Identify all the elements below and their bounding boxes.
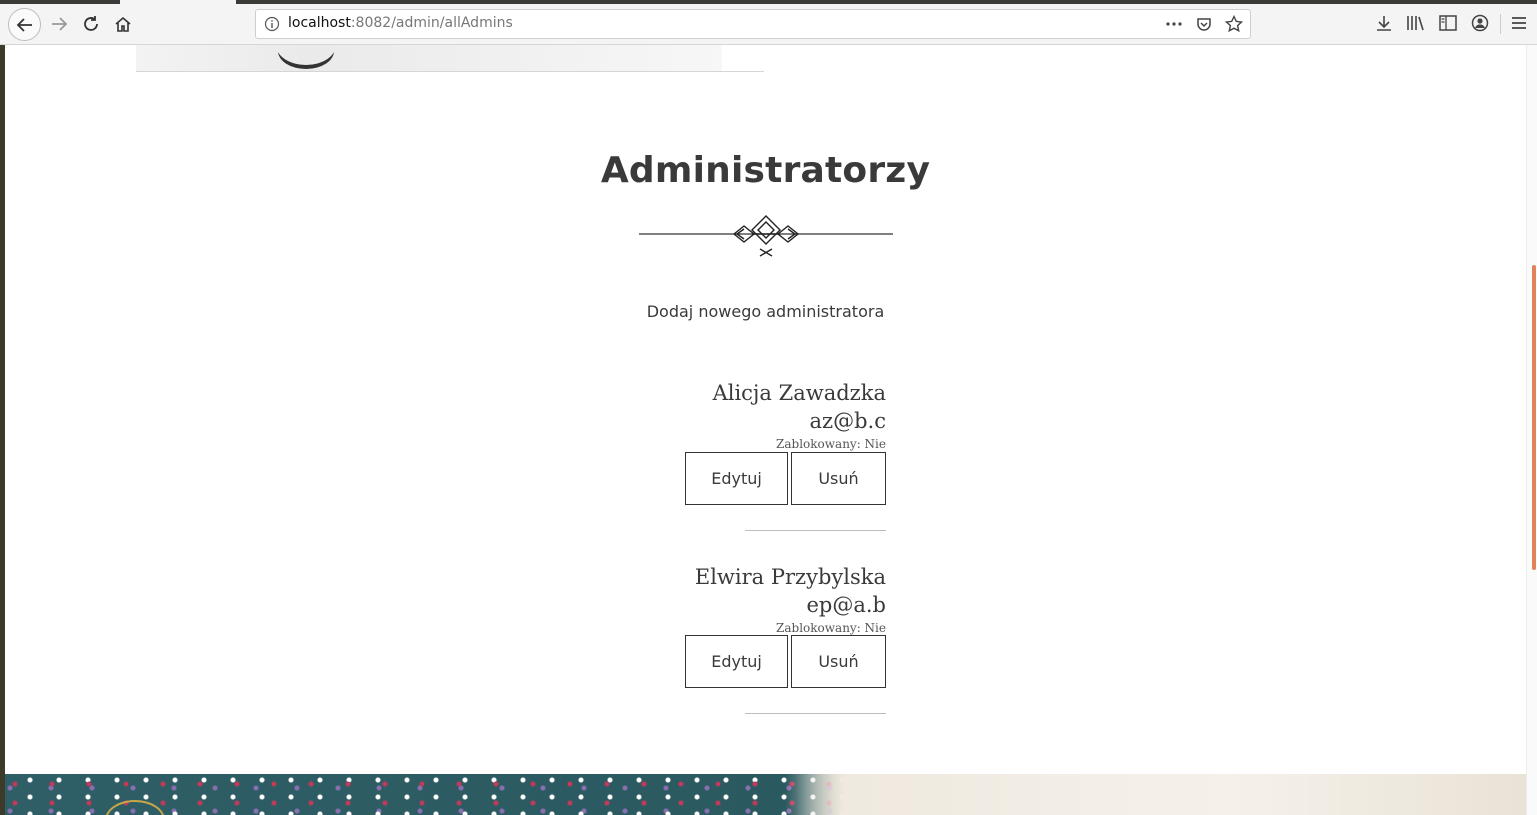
reload-icon: [84, 16, 98, 31]
delete-button[interactable]: Usuń: [791, 452, 886, 505]
admin-actions: Edytuj Usuń: [685, 635, 886, 688]
admin-name: Elwira Przybylska: [694, 565, 886, 589]
admin-actions: Edytuj Usuń: [685, 452, 886, 505]
back-button[interactable]: [8, 8, 41, 41]
browser-toolbar: localhost:8082/admin/allAdmins: [0, 0, 1537, 45]
admin-blocked-status: Zablokowany: Nie: [776, 621, 886, 635]
more-actions-icon[interactable]: [1164, 14, 1184, 34]
pocket-icon[interactable]: [1194, 14, 1214, 34]
admin-email: ep@a.b: [806, 593, 886, 617]
admin-name: Alicja Zawadzka: [712, 381, 886, 405]
tab-strip: [0, 0, 120, 4]
add-admin-link[interactable]: Dodaj nowego administratora: [0, 302, 1531, 321]
row-divider: [745, 530, 886, 531]
admin-blocked-status: Zablokowany: Nie: [776, 437, 886, 451]
header-image: [136, 45, 722, 72]
toolbar-separator: [1500, 14, 1501, 34]
forward-button[interactable]: [44, 9, 74, 39]
url-path: :8082/admin/allAdmins: [350, 15, 513, 31]
tab-strip: [236, 0, 1537, 4]
ornament-divider: [639, 215, 893, 257]
divider: [136, 71, 764, 72]
footer-image: [5, 774, 1526, 815]
bookmark-star-icon[interactable]: [1224, 14, 1244, 34]
admin-card: Alicja Zawadzka az@b.c Zablokowany: Nie: [660, 379, 886, 452]
url-text: localhost:8082/admin/allAdmins: [288, 15, 513, 31]
account-icon[interactable]: [1469, 12, 1491, 34]
home-icon: [115, 16, 131, 32]
page-content: Administratorzy Dodaj nowego administrat…: [0, 45, 1537, 815]
url-host: localhost: [288, 15, 351, 31]
home-button[interactable]: [108, 9, 138, 39]
admin-card: Elwira Przybylska ep@a.b Zablokowany: Ni…: [660, 563, 886, 636]
info-icon[interactable]: [264, 16, 280, 32]
scrollbar-thumb[interactable]: [1532, 265, 1536, 570]
delete-button[interactable]: Usuń: [791, 635, 886, 688]
admin-email: az@b.c: [809, 409, 886, 433]
arrow-right-icon: [52, 17, 68, 31]
arrow-left-icon: [16, 17, 32, 32]
address-bar[interactable]: localhost:8082/admin/allAdmins: [255, 9, 1251, 39]
downloads-icon[interactable]: [1373, 12, 1395, 34]
menu-icon[interactable]: [1508, 12, 1530, 34]
reload-button[interactable]: [76, 9, 106, 39]
page-title: Administratorzy: [600, 150, 931, 191]
edit-button[interactable]: Edytuj: [685, 452, 788, 505]
library-icon[interactable]: [1405, 12, 1427, 34]
sidebar-icon[interactable]: [1437, 12, 1459, 34]
edit-button[interactable]: Edytuj: [685, 635, 788, 688]
row-divider: [745, 713, 886, 714]
